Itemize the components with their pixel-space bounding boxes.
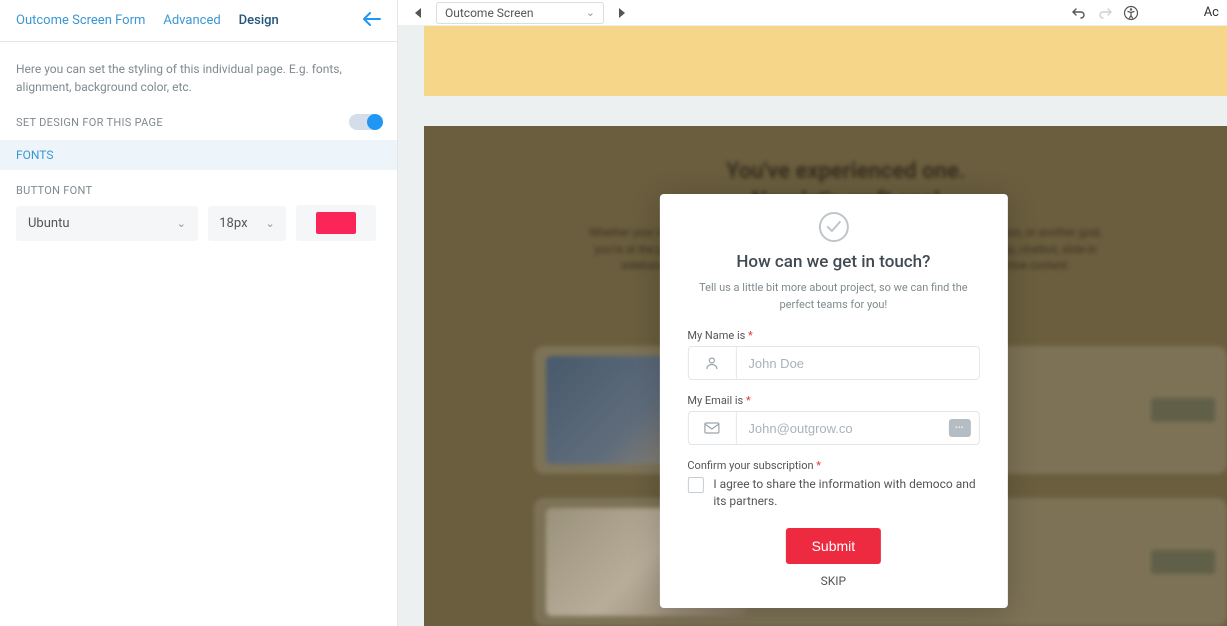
set-design-toggle[interactable] [349,114,381,130]
first-page-icon[interactable] [404,0,430,26]
toggle-label: SET DESIGN FOR THIS PAGE [16,116,163,129]
submit-button[interactable]: Submit [786,528,882,564]
headline-1: You've experienced one. [544,158,1147,187]
undo-icon[interactable] [1066,0,1092,26]
topbar-right: Ac [1066,0,1221,26]
font-color-picker[interactable] [296,205,376,241]
chevron-down-icon: ⌄ [177,217,186,230]
card-button[interactable] [1151,398,1215,422]
canvas-topbar: Outcome Screen ⌄ Ac [398,0,1227,26]
user-icon [688,347,736,379]
font-family-select[interactable]: Ubuntu ⌄ [16,206,198,241]
redo-icon[interactable] [1092,0,1118,26]
confirm-label: Confirm your subscription * [687,459,979,472]
email-label: My Email is * [687,394,979,407]
sidebar-body: Here you can set the styling of this ind… [0,42,397,241]
name-input-wrap [687,346,979,380]
font-size-value: 18px [219,216,247,231]
email-input-wrap: ••• [687,411,979,445]
font-size-select[interactable]: 18px ⌄ [208,206,286,241]
chevron-down-icon: ⌄ [586,6,595,19]
yellow-banner [424,26,1227,96]
color-swatch-preview [316,212,356,234]
chevron-down-icon: ⌄ [266,217,275,230]
intro-text: Here you can set the styling of this ind… [16,60,381,96]
accessibility-icon[interactable] [1118,0,1144,26]
email-input[interactable] [736,412,948,444]
lead-form-modal: How can we get in touch? Tell us a littl… [659,194,1007,608]
input-badge-icon: ••• [948,419,970,437]
fonts-section-header: FONTS [0,140,397,170]
modal-subtitle: Tell us a little bit more about project,… [687,280,979,313]
last-page-icon[interactable] [610,0,636,26]
card-button[interactable] [1151,550,1215,574]
skip-link[interactable]: SKIP [687,574,979,588]
crumb-design[interactable]: Design [239,13,279,28]
topbar-right-text: Ac [1204,5,1221,20]
consent-row: I agree to share the information with de… [687,476,979,510]
button-font-label: BUTTON FONT [16,184,381,197]
modal-title: How can we get in touch? [687,252,979,272]
page-select-value: Outcome Screen [445,6,534,20]
name-label: My Name is * [687,329,979,342]
set-design-toggle-row: SET DESIGN FOR THIS PAGE [16,114,381,130]
check-circle-icon [818,212,848,242]
back-arrow-icon[interactable] [363,10,381,31]
name-input[interactable] [736,347,978,379]
consent-text: I agree to share the information with de… [713,476,979,510]
mail-icon [688,412,736,444]
design-sidebar: Outcome Screen Form Advanced Design Here… [0,0,398,626]
topbar-left: Outcome Screen ⌄ [404,0,636,26]
main-canvas-area: Outcome Screen ⌄ Ac [398,0,1227,626]
breadcrumb: Outcome Screen Form Advanced Design [16,13,279,28]
font-controls-row: Ubuntu ⌄ 18px ⌄ [16,205,381,241]
crumb-outcome-screen-form[interactable]: Outcome Screen Form [16,13,145,28]
crumb-advanced[interactable]: Advanced [163,13,220,28]
font-family-value: Ubuntu [28,216,70,231]
consent-checkbox[interactable] [687,477,703,493]
sidebar-header: Outcome Screen Form Advanced Design [0,0,397,42]
page-select[interactable]: Outcome Screen ⌄ [436,2,604,24]
